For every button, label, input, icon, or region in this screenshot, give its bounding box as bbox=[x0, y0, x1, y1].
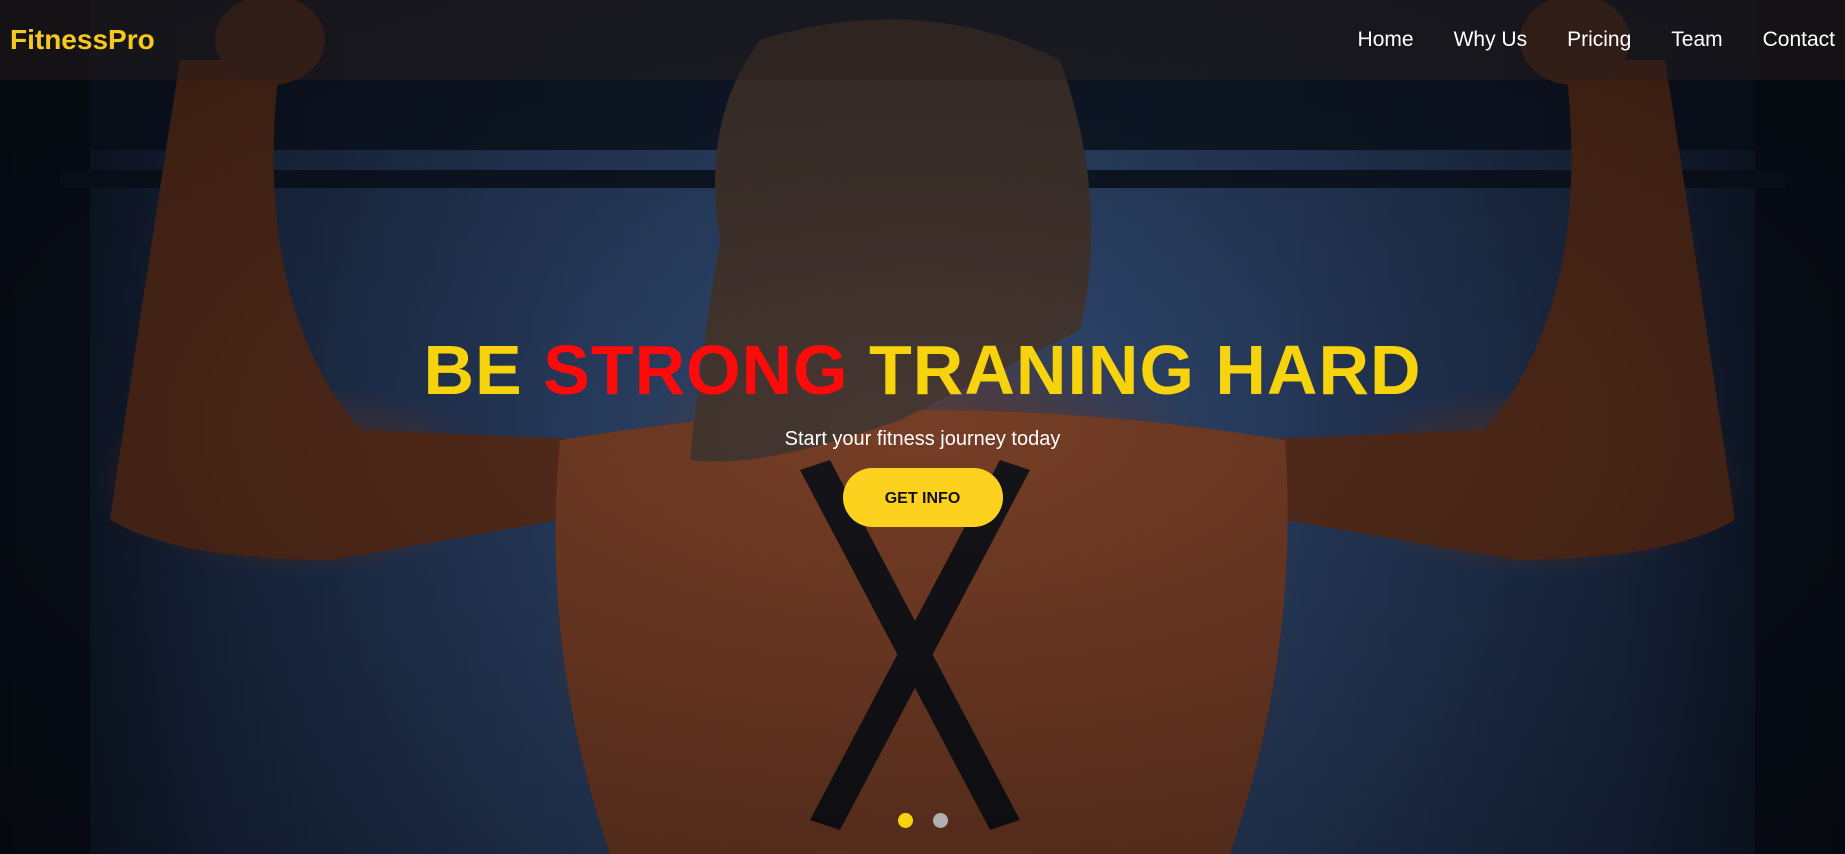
nav-link-home[interactable]: Home bbox=[1358, 28, 1414, 52]
nav-links: Home Why Us Pricing Team Contact bbox=[1358, 28, 1835, 52]
hero-headline: BE STRONG TRANING HARD bbox=[0, 330, 1845, 410]
headline-part-2: TRANING HARD bbox=[848, 331, 1422, 409]
slider-dot-1[interactable] bbox=[897, 813, 913, 828]
hero-subtitle: Start your fitness journey today bbox=[784, 428, 1061, 450]
hero-section: FitnessPro Home Why Us Pricing Team Cont… bbox=[0, 0, 1845, 854]
nav-link-pricing[interactable]: Pricing bbox=[1567, 28, 1631, 52]
navbar: FitnessPro Home Why Us Pricing Team Cont… bbox=[0, 0, 1845, 80]
nav-link-team[interactable]: Team bbox=[1671, 28, 1722, 52]
brand-logo[interactable]: FitnessPro bbox=[10, 24, 155, 56]
nav-link-why-us[interactable]: Why Us bbox=[1454, 28, 1528, 52]
slider-dots bbox=[0, 813, 1845, 828]
nav-link-contact[interactable]: Contact bbox=[1763, 28, 1835, 52]
hero-content: BE STRONG TRANING HARD Start your fitnes… bbox=[0, 330, 1845, 527]
headline-part-1: BE bbox=[423, 331, 544, 409]
get-info-button[interactable]: GET INFO bbox=[842, 468, 1003, 527]
headline-accent: STRONG bbox=[543, 331, 849, 409]
slider-dot-2[interactable] bbox=[932, 813, 948, 828]
